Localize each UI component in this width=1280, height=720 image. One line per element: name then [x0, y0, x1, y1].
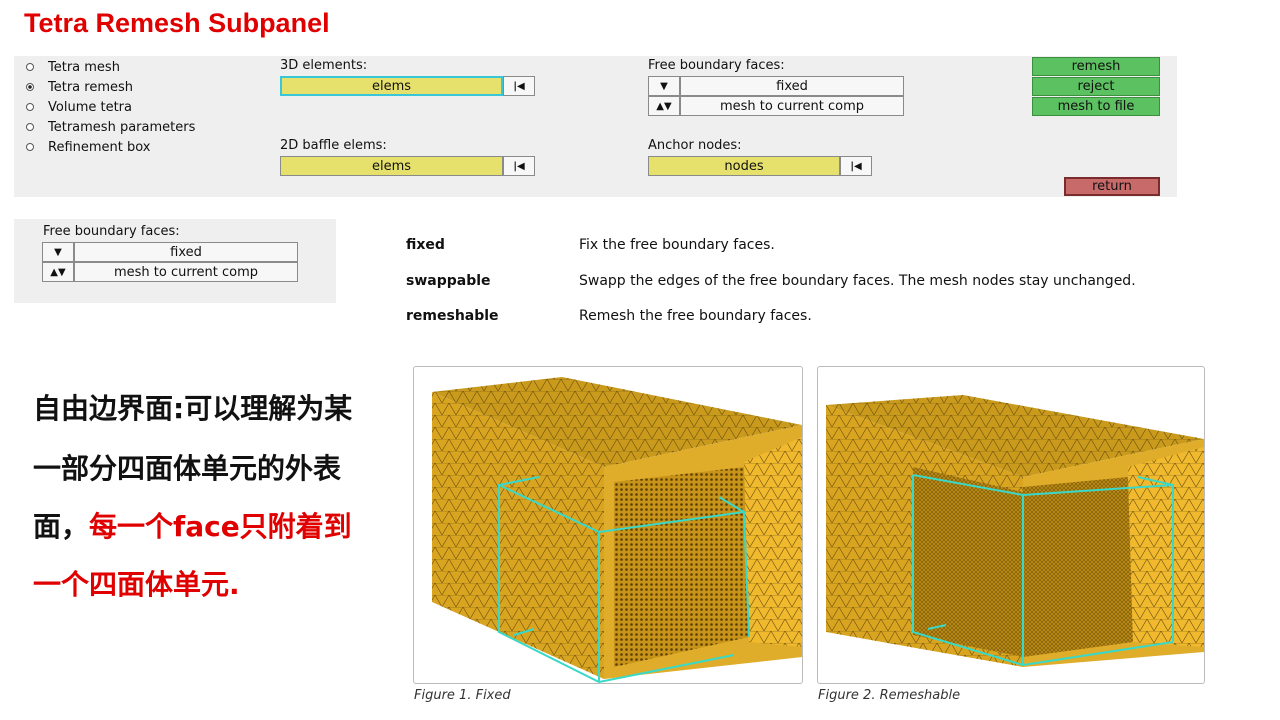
definition-term: swappable — [406, 273, 491, 289]
remeshable-mesh-image — [826, 395, 1204, 667]
radio-label: Volume tetra — [48, 99, 132, 115]
mode-radio-group: Tetra mesh Tetra remesh Volume tetra Tet… — [26, 57, 195, 157]
radio-label: Tetra remesh — [48, 79, 134, 95]
mesh-to-file-button[interactable]: mesh to file — [1032, 97, 1160, 116]
free-boundary-option[interactable]: fixed — [74, 242, 298, 262]
radio-label: Tetra mesh — [48, 59, 120, 75]
baffle-reset-button[interactable]: |◀ — [503, 156, 535, 176]
figure-fixed — [413, 366, 803, 684]
radio-label: Tetramesh parameters — [48, 119, 196, 135]
baffle-selector[interactable]: elems — [280, 156, 503, 176]
radio-tetra-mesh[interactable]: Tetra mesh — [26, 57, 195, 77]
radio-icon — [26, 63, 34, 71]
free-boundary-label: Free boundary faces: — [648, 58, 785, 73]
figure-caption: Figure 2. Remeshable — [818, 688, 961, 703]
figure-remeshable — [817, 366, 1205, 684]
definition-term: remeshable — [406, 308, 499, 324]
slide-title: Tetra Remesh Subpanel — [24, 8, 330, 38]
explanation-line: 一部分四面体单元的外表 — [33, 452, 342, 485]
radio-tetramesh-parameters[interactable]: Tetramesh parameters — [26, 117, 195, 137]
free-boundary-option[interactable]: fixed — [680, 76, 904, 96]
tetra-remesh-panel: Tetra mesh Tetra remesh Volume tetra Tet… — [14, 56, 1177, 197]
free-boundary-label: Free boundary faces: — [43, 224, 180, 239]
reset-icon: |◀ — [850, 160, 862, 172]
radio-icon — [26, 103, 34, 111]
radio-selected-icon — [26, 83, 34, 91]
radio-volume-tetra[interactable]: Volume tetra — [26, 97, 195, 117]
definition-desc: Swapp the edges of the free boundary fac… — [579, 273, 1136, 289]
radio-icon — [26, 143, 34, 151]
up-down-icon: ▲▼ — [50, 266, 66, 278]
anchor-label: Anchor nodes: — [648, 138, 742, 153]
elems3d-selector[interactable]: elems — [280, 76, 503, 96]
caret-down-icon: ▼ — [54, 246, 62, 258]
radio-tetra-remesh[interactable]: Tetra remesh — [26, 77, 195, 97]
baffle-label: 2D baffle elems: — [280, 138, 387, 153]
radio-refinement-box[interactable]: Refinement box — [26, 137, 195, 157]
free-boundary-dropdown-button[interactable]: ▼ — [42, 242, 74, 262]
free-boundary-toggle-button[interactable]: ▲▼ — [648, 96, 680, 116]
explanation-text: 面， — [33, 510, 90, 543]
free-boundary-target[interactable]: mesh to current comp — [680, 96, 904, 116]
free-boundary-target[interactable]: mesh to current comp — [74, 262, 298, 282]
free-boundary-toggle-button[interactable]: ▲▼ — [42, 262, 74, 282]
definition-desc: Fix the free boundary faces. — [579, 237, 775, 253]
explanation-line: 自由边界面:可以理解为某 — [33, 392, 353, 425]
reset-icon: |◀ — [513, 160, 525, 172]
free-boundary-dropdown-button[interactable]: ▼ — [648, 76, 680, 96]
radio-label: Refinement box — [48, 139, 151, 155]
explanation-highlight: 每一个face只附着到 — [89, 510, 352, 543]
explanation-line: 面，每一个face只附着到 — [33, 505, 352, 545]
remesh-button[interactable]: remesh — [1032, 57, 1160, 76]
free-boundary-panel-excerpt: Free boundary faces: ▼ fixed ▲▼ mesh to … — [14, 219, 336, 303]
reject-button[interactable]: reject — [1032, 77, 1160, 96]
anchor-selector[interactable]: nodes — [648, 156, 840, 176]
return-button[interactable]: return — [1064, 177, 1160, 196]
reset-icon: |◀ — [513, 80, 525, 92]
radio-icon — [26, 123, 34, 131]
up-down-icon: ▲▼ — [656, 100, 672, 112]
definition-desc: Remesh the free boundary faces. — [579, 308, 812, 324]
anchor-reset-button[interactable]: |◀ — [840, 156, 872, 176]
definition-term: fixed — [406, 237, 445, 253]
figure-caption: Figure 1. Fixed — [414, 688, 511, 703]
caret-down-icon: ▼ — [660, 80, 668, 92]
elems3d-reset-button[interactable]: |◀ — [503, 76, 535, 96]
fixed-mesh-image — [432, 377, 802, 684]
elems3d-label: 3D elements: — [280, 58, 368, 73]
explanation-highlight: 一个四面体单元. — [33, 568, 240, 601]
